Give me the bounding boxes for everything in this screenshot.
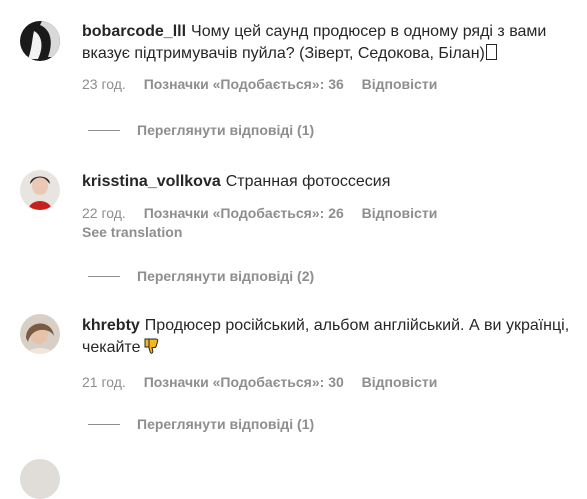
thumbs-down-icon — [142, 337, 160, 362]
comment-time[interactable]: 22 год. — [82, 205, 126, 221]
comment-time[interactable]: 21 год. — [82, 374, 126, 390]
view-replies-button[interactable]: Переглянути відповіді (1) — [88, 121, 314, 139]
view-replies-line — [88, 275, 120, 277]
view-replies-line — [88, 423, 120, 425]
comment-text-block: bobarcode_lll Чому цей саунд продюсер в о… — [82, 21, 579, 65]
view-replies-label: Переглянути відповіді (1) — [137, 122, 315, 138]
see-translation-button[interactable]: See translation — [82, 224, 579, 240]
comment-text: Странная фотоссесия — [225, 173, 391, 190]
comment-username[interactable]: bobarcode_lll — [82, 23, 186, 40]
comment-text-block: khrebty Продюсер російський, альбом англі… — [82, 315, 579, 362]
avatar-image — [20, 170, 60, 210]
comment-likes[interactable]: Позначки «Подобається»: 30 — [144, 374, 344, 390]
comment-meta: 23 год. Позначки «Подобається»: 36 Відпо… — [82, 75, 579, 93]
comment-likes[interactable]: Позначки «Подобається»: 26 — [144, 205, 344, 221]
avatar[interactable] — [20, 314, 60, 354]
comment-meta: 21 год. Позначки «Подобається»: 30 Відпо… — [82, 373, 579, 391]
view-replies-button[interactable]: Переглянути відповіді (1) — [88, 415, 314, 433]
comment-text-block: krisstina_vollkova Странная фотоссесия — [82, 171, 579, 193]
avatar-image — [20, 314, 60, 354]
replacement-box-icon — [485, 44, 497, 60]
comment-time[interactable]: 23 год. — [82, 76, 126, 92]
view-replies-label: Переглянути відповіді (2) — [137, 268, 315, 284]
view-replies-button[interactable]: Переглянути відповіді (2) — [88, 267, 314, 285]
comment-meta: 22 год. Позначки «Подобається»: 26 Відпо… — [82, 204, 579, 222]
avatar[interactable] — [20, 170, 60, 210]
avatar-image — [20, 21, 60, 61]
reply-button[interactable]: Відповісти — [362, 76, 438, 92]
reply-button[interactable]: Відповісти — [362, 205, 438, 221]
reply-button[interactable]: Відповісти — [362, 374, 438, 390]
avatar[interactable] — [20, 459, 60, 499]
comment-likes[interactable]: Позначки «Подобається»: 36 — [144, 76, 344, 92]
view-replies-line — [88, 129, 120, 131]
avatar[interactable] — [20, 21, 60, 61]
view-replies-label: Переглянути відповіді (1) — [137, 416, 315, 432]
comment-username[interactable]: khrebty — [82, 317, 140, 334]
comment-username[interactable]: krisstina_vollkova — [82, 173, 221, 190]
